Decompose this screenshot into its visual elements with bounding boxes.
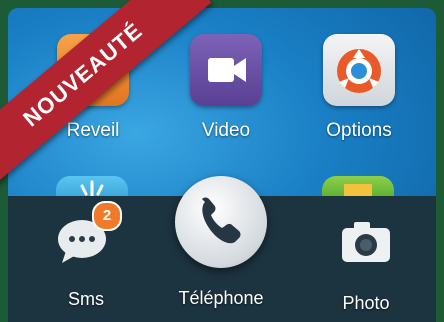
settings-icon [323,34,395,106]
dock-item-photo[interactable]: Photo [326,218,406,314]
camera-icon [342,222,390,262]
video-camera-icon [190,34,262,106]
dock-item-phone[interactable]: Téléphone [165,176,277,309]
dock-item-sms[interactable]: 2 Sms [46,201,126,310]
app-options[interactable]: Options [304,34,414,142]
app-label-video: Video [201,120,251,141]
dock-label-photo: Photo [342,293,390,313]
dock-label-sms: Sms [68,289,104,309]
unread-badge: 2 [92,201,122,231]
phone-handset-icon [175,176,267,268]
app-video[interactable]: Video [171,34,281,142]
dock-label-phone: Téléphone [178,288,264,308]
unread-count: 2 [102,207,112,224]
app-label-options: Options [326,120,392,141]
